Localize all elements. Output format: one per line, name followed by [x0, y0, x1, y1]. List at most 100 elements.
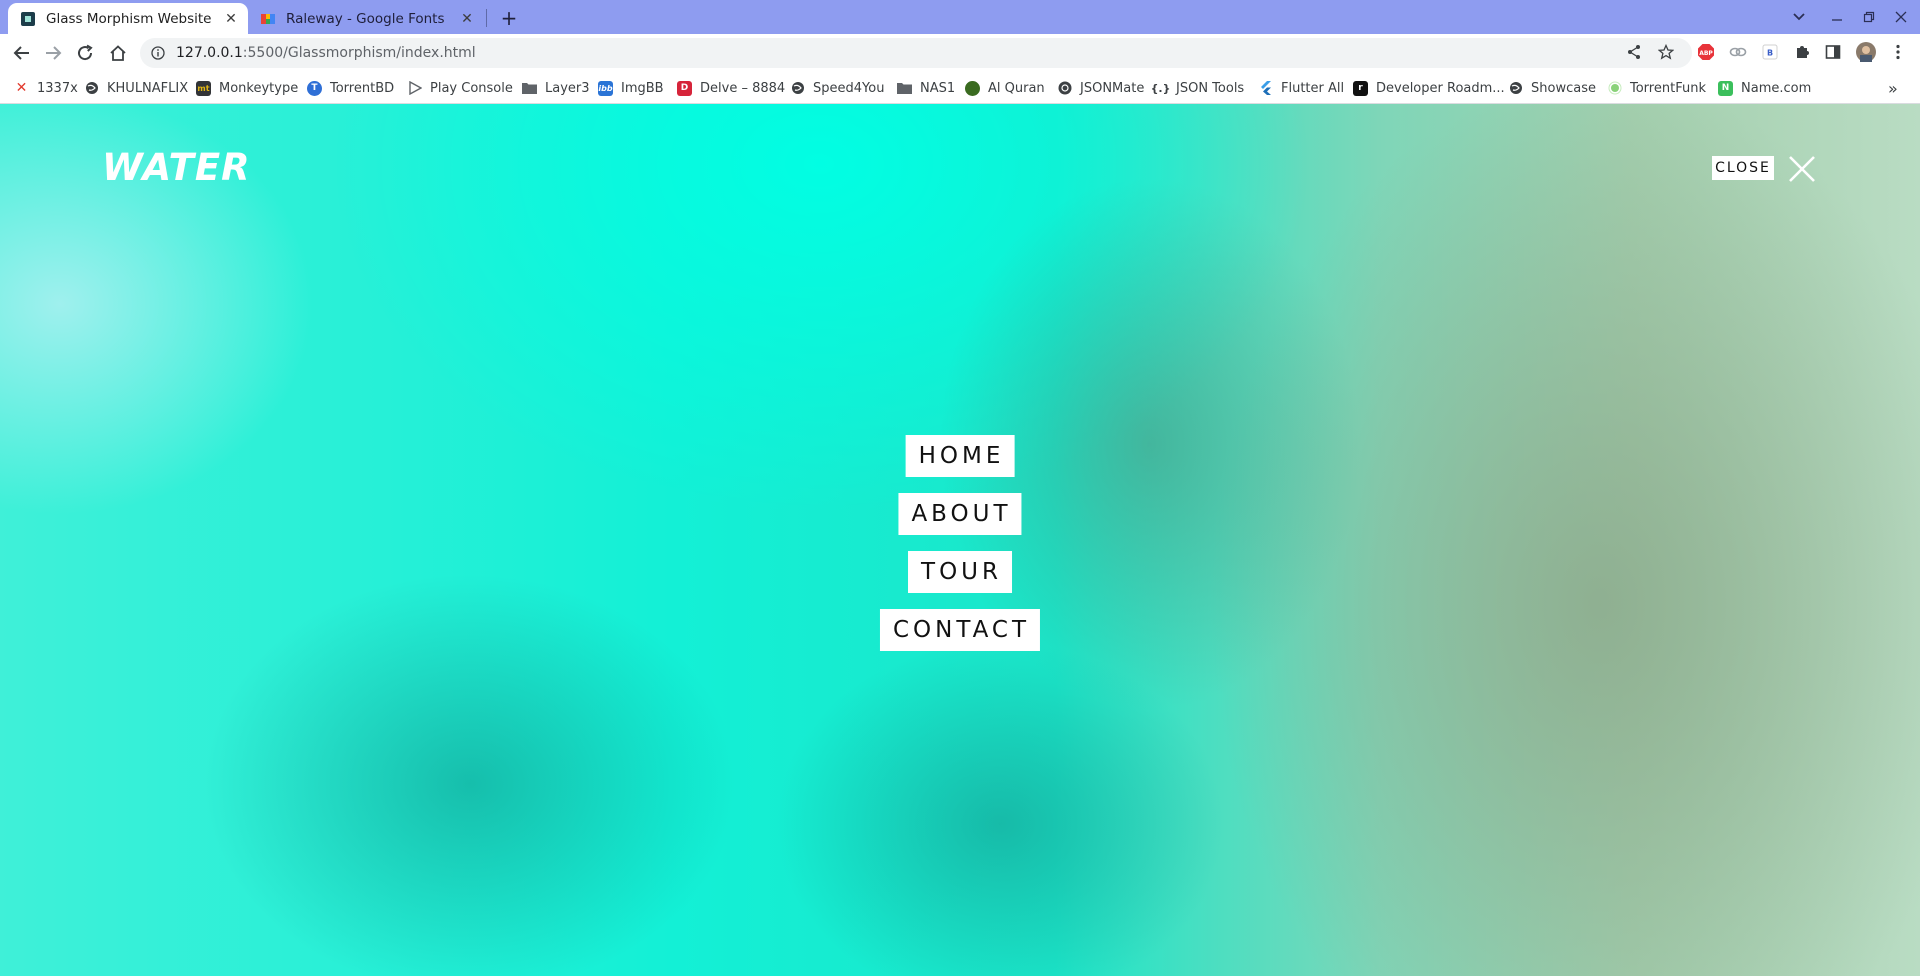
- link-extension-icon[interactable]: [1727, 41, 1749, 63]
- reload-icon[interactable]: [73, 41, 97, 65]
- bookmark-al-quran[interactable]: Al Quran: [965, 78, 1045, 98]
- new-tab-button[interactable]: +: [498, 6, 520, 30]
- bookmark-star-icon[interactable]: [1655, 41, 1677, 63]
- glass-favicon-icon: [20, 11, 36, 27]
- bookmark-delve[interactable]: D Delve – 8884: [677, 78, 785, 98]
- google-fonts-favicon-icon: [260, 11, 276, 27]
- tab-title: Glass Morphism Website: [46, 10, 212, 27]
- tab-close-icon[interactable]: ✕: [222, 10, 240, 28]
- extensions-puzzle-icon[interactable]: [1791, 41, 1813, 63]
- x-logo-icon: ✕: [15, 80, 28, 96]
- close-menu-label[interactable]: CLOSE: [1712, 156, 1774, 180]
- bookmark-label: Showcase: [1531, 80, 1596, 96]
- nav-item-about[interactable]: ABOUT: [898, 493, 1022, 535]
- tab-raleway-google-fonts[interactable]: Raleway - Google Fonts ✕: [248, 3, 484, 34]
- play-console-icon: [407, 81, 422, 96]
- bookmark-torrentfunk[interactable]: TorrentFunk: [1607, 78, 1706, 98]
- bookmark-jsonmate[interactable]: JSONMate: [1057, 78, 1144, 98]
- adblock-extension-icon[interactable]: ABP: [1695, 41, 1717, 63]
- bookmark-1337x[interactable]: ✕ 1337x: [14, 78, 78, 98]
- delve-icon: D: [677, 80, 692, 96]
- tab-glass-morphism[interactable]: Glass Morphism Website ✕: [8, 3, 248, 34]
- restore-icon[interactable]: [1854, 6, 1884, 28]
- svg-text:ABP: ABP: [1699, 50, 1713, 57]
- url-path: :5500/Glassmorphism/index.html: [242, 45, 476, 61]
- url-text: 127.0.0.1:5500/Glassmorphism/index.html: [176, 45, 476, 61]
- tab-title: Raleway - Google Fonts: [286, 10, 445, 27]
- share-icon[interactable]: [1623, 41, 1645, 63]
- tab-search-chevron-icon[interactable]: [1784, 6, 1814, 28]
- bookmark-label: Flutter All: [1281, 80, 1345, 96]
- bookmark-folder-layer3[interactable]: Layer3: [522, 78, 590, 98]
- side-panel-icon[interactable]: [1822, 41, 1844, 63]
- torrentfunk-icon: [1607, 81, 1622, 96]
- url-host: 127.0.0.1: [176, 45, 243, 61]
- bookmark-monkeytype[interactable]: mt Monkeytype: [196, 78, 298, 98]
- site-logo[interactable]: WATER: [102, 146, 251, 189]
- tab-strip: Glass Morphism Website ✕ Raleway - Googl…: [0, 0, 1920, 34]
- profile-avatar[interactable]: [1855, 41, 1877, 63]
- address-bar[interactable]: 127.0.0.1:5500/Glassmorphism/index.html: [140, 38, 1692, 68]
- bookmarks-bar: ✕ 1337x KHULNAFLIX mt Monkeytype T Torre…: [0, 72, 1920, 104]
- browser-menu-icon[interactable]: [1887, 41, 1909, 63]
- bookmark-label: Speed4You: [813, 80, 885, 96]
- nav-item-tour[interactable]: TOUR: [908, 551, 1012, 593]
- nav-item-contact[interactable]: CONTACT: [879, 609, 1041, 651]
- window-close-icon[interactable]: [1886, 6, 1916, 28]
- bookmark-label: TorrentFunk: [1630, 80, 1706, 96]
- back-arrow-icon[interactable]: [10, 41, 34, 65]
- folder-icon: [897, 81, 912, 96]
- browser-toolbar: 127.0.0.1:5500/Glassmorphism/index.html …: [0, 34, 1920, 72]
- bookmark-label: KHULNAFLIX: [107, 80, 189, 96]
- globe-icon: [1508, 81, 1523, 96]
- tab-close-icon[interactable]: ✕: [458, 10, 476, 28]
- bookmark-torrentbd[interactable]: T TorrentBD: [307, 78, 394, 98]
- folder-icon: [522, 81, 537, 96]
- torrentbd-icon: T: [307, 80, 322, 96]
- bookmark-json-tools[interactable]: {.} JSON Tools: [1150, 78, 1245, 98]
- bookmark-label: TorrentBD: [330, 80, 395, 96]
- bookmark-label: ImgBB: [621, 80, 664, 96]
- close-icon[interactable]: [1787, 154, 1817, 184]
- bookmark-showcase[interactable]: Showcase: [1508, 78, 1596, 98]
- tab-separator: [486, 9, 487, 27]
- bookmark-label: JSONMate: [1080, 80, 1145, 96]
- bookmark-name-com[interactable]: N Name.com: [1718, 78, 1811, 98]
- forward-arrow-icon[interactable]: [41, 41, 65, 65]
- bookmark-developer-roadmap[interactable]: r Developer Roadm...: [1353, 78, 1505, 98]
- globe-icon: [84, 81, 99, 96]
- imgbb-icon: ibb: [598, 80, 613, 96]
- bookmark-label: Developer Roadm...: [1376, 80, 1505, 96]
- monkeytype-icon: mt: [196, 80, 211, 96]
- home-icon[interactable]: [106, 41, 130, 65]
- namecom-icon: N: [1718, 80, 1733, 96]
- bookmark-label: Layer3: [545, 80, 590, 96]
- globe-icon: [790, 81, 805, 96]
- site-info-icon[interactable]: [150, 45, 166, 61]
- bookmark-imgbb[interactable]: ibb ImgBB: [598, 78, 664, 98]
- bookmark-label: Name.com: [1741, 80, 1812, 96]
- b-extension-icon[interactable]: B: [1759, 41, 1781, 63]
- bookmark-label: JSON Tools: [1176, 80, 1245, 96]
- minimize-icon[interactable]: [1822, 6, 1852, 28]
- flutter-icon: [1258, 81, 1273, 96]
- bookmark-label: Delve – 8884: [700, 80, 786, 96]
- more-bookmarks-button[interactable]: »: [1888, 78, 1898, 98]
- jsonmate-icon: [1057, 81, 1072, 96]
- roadmap-icon: r: [1353, 80, 1368, 96]
- bookmark-khulnaflix[interactable]: KHULNAFLIX: [84, 78, 188, 98]
- nav-item-home[interactable]: HOME: [905, 435, 1015, 477]
- quran-icon: [965, 80, 980, 96]
- bookmark-flutter-all[interactable]: Flutter All: [1258, 78, 1344, 98]
- bookmark-label: 1337x: [37, 80, 78, 96]
- bookmark-label: Al Quran: [988, 80, 1045, 96]
- bookmark-label: Monkeytype: [219, 80, 299, 96]
- page-background: WATER CLOSE HOME ABOUT TOUR CONTACT: [0, 104, 1920, 976]
- bookmark-label: Play Console: [430, 80, 513, 96]
- bookmark-speed4you[interactable]: Speed4You: [790, 78, 884, 98]
- bookmark-folder-nas1[interactable]: NAS1: [897, 78, 955, 98]
- bookmark-label: NAS1: [920, 80, 956, 96]
- bookmark-play-console[interactable]: Play Console: [407, 78, 513, 98]
- braces-icon: {.}: [1150, 81, 1171, 95]
- svg-text:B: B: [1767, 49, 1773, 58]
